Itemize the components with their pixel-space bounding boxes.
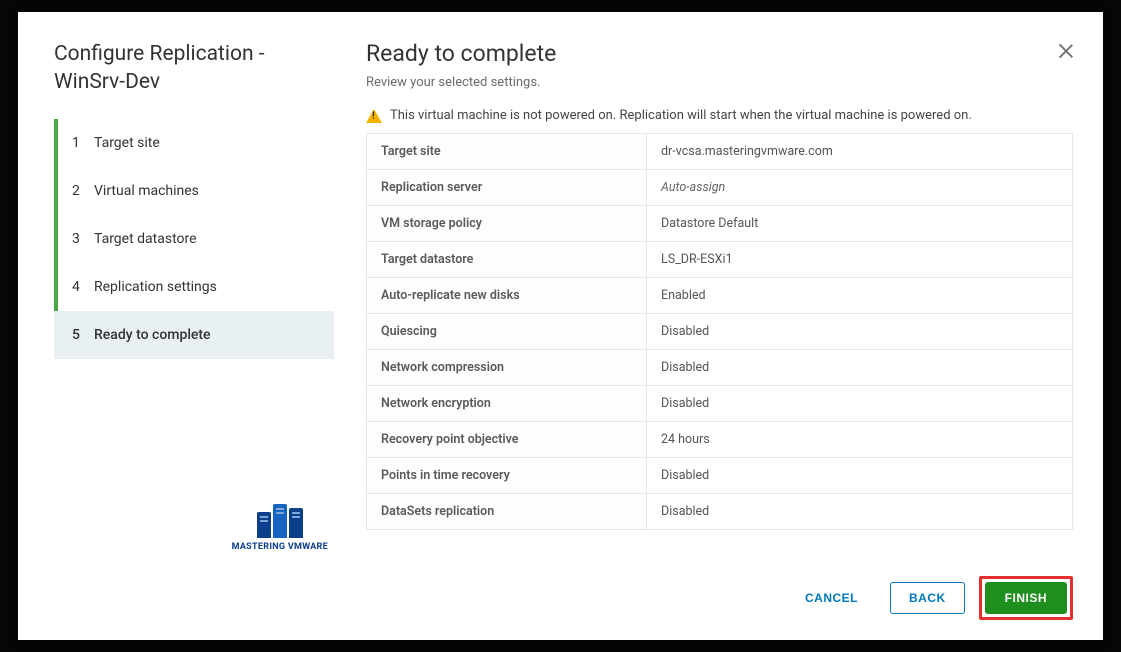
branding-logo: MASTERING VMWARE [232,504,328,552]
table-row: Auto-replicate new disksEnabled [367,278,1073,314]
summary-key: Points in time recovery [367,458,647,494]
table-row: Recovery point objective24 hours [367,422,1073,458]
summary-key: DataSets replication [367,494,647,530]
step-number: 3 [72,231,94,247]
step-replication-settings[interactable]: 4 Replication settings [54,263,334,311]
cancel-button[interactable]: Cancel [787,583,876,613]
wizard-title: Configure Replication - WinSrv-Dev [54,40,334,97]
summary-value: Datastore Default [647,206,1073,242]
summary-value: dr-vcsa.masteringvmware.com [647,134,1073,170]
step-target-datastore[interactable]: 3 Target datastore [54,215,334,263]
summary-value: Disabled [647,458,1073,494]
warning-row: This virtual machine is not powered on. … [366,108,1073,123]
warning-icon [366,109,382,123]
wizard-dialog: Configure Replication - WinSrv-Dev 1 Tar… [18,12,1103,640]
finish-button[interactable]: Finish [985,582,1067,614]
step-number: 2 [72,183,94,199]
wizard-footer: Cancel Back Finish [366,556,1073,620]
table-row: DataSets replicationDisabled [367,494,1073,530]
step-number: 5 [72,327,94,343]
page-description: Review your selected settings. [366,75,1073,90]
table-row: VM storage policyDatastore Default [367,206,1073,242]
step-label: Target datastore [94,231,197,247]
close-icon[interactable] [1055,40,1077,62]
branding-text: MASTERING VMWARE [232,542,328,552]
back-button[interactable]: Back [890,582,965,614]
step-ready-to-complete[interactable]: 5 Ready to complete [54,311,334,359]
table-row: Network encryptionDisabled [367,386,1073,422]
summary-value: Disabled [647,494,1073,530]
summary-value: Disabled [647,314,1073,350]
summary-table: Target sitedr-vcsa.masteringvmware.comRe… [366,133,1073,530]
wizard-sidebar: Configure Replication - WinSrv-Dev 1 Tar… [18,12,334,640]
summary-key: Target site [367,134,647,170]
step-label: Virtual machines [94,183,199,199]
finish-highlight: Finish [979,576,1073,620]
step-label: Replication settings [94,279,217,295]
step-number: 1 [72,135,94,151]
summary-key: Quiescing [367,314,647,350]
summary-value: Enabled [647,278,1073,314]
summary-key: VM storage policy [367,206,647,242]
table-row: Network compressionDisabled [367,350,1073,386]
wizard-steps: 1 Target site 2 Virtual machines 3 Targe… [54,119,334,359]
server-rack-icon [250,504,310,538]
summary-value: 24 hours [647,422,1073,458]
warning-text: This virtual machine is not powered on. … [390,108,972,123]
wizard-main: Ready to complete Review your selected s… [334,12,1103,640]
table-row: Replication serverAuto-assign [367,170,1073,206]
table-row: QuiescingDisabled [367,314,1073,350]
summary-key: Auto-replicate new disks [367,278,647,314]
summary-value: Disabled [647,350,1073,386]
summary-value: LS_DR-ESXi1 [647,242,1073,278]
table-row: Points in time recoveryDisabled [367,458,1073,494]
step-virtual-machines[interactable]: 2 Virtual machines [54,167,334,215]
summary-value: Disabled [647,386,1073,422]
step-label: Target site [94,135,160,151]
summary-key: Network compression [367,350,647,386]
summary-key: Recovery point objective [367,422,647,458]
summary-key: Network encryption [367,386,647,422]
table-row: Target datastoreLS_DR-ESXi1 [367,242,1073,278]
step-label: Ready to complete [94,327,211,343]
summary-key: Replication server [367,170,647,206]
summary-value: Auto-assign [647,170,1073,206]
step-number: 4 [72,279,94,295]
summary-key: Target datastore [367,242,647,278]
step-target-site[interactable]: 1 Target site [54,119,334,167]
page-title: Ready to complete [366,40,1073,67]
table-row: Target sitedr-vcsa.masteringvmware.com [367,134,1073,170]
